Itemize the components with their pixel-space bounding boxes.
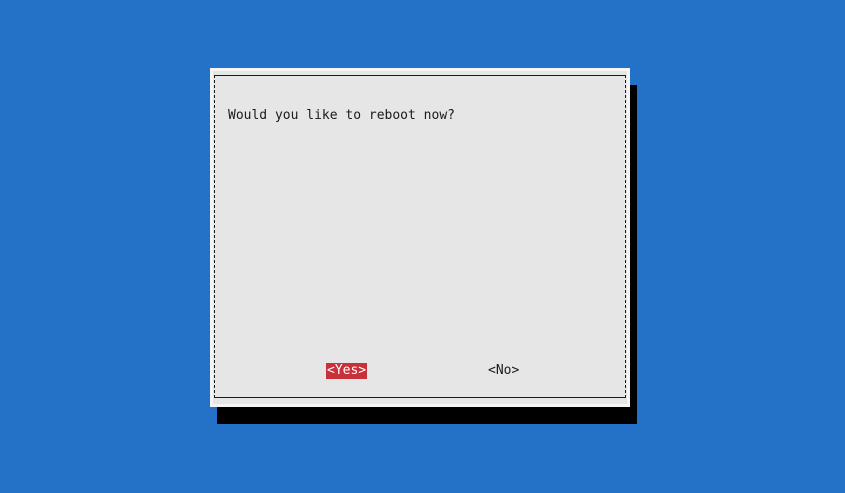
reboot-dialog: Would you like to reboot now? <Yes> <No>: [210, 68, 630, 407]
frame-bottom-border: [214, 397, 626, 398]
frame-top-border: [214, 75, 626, 76]
dialog-frame: Would you like to reboot now? <Yes> <No>: [214, 75, 626, 398]
no-button[interactable]: <No>: [487, 363, 520, 379]
frame-right-border: [625, 75, 626, 398]
dialog-message: Would you like to reboot now?: [228, 108, 455, 123]
yes-button[interactable]: <Yes>: [326, 363, 368, 379]
frame-left-border: [214, 75, 215, 398]
